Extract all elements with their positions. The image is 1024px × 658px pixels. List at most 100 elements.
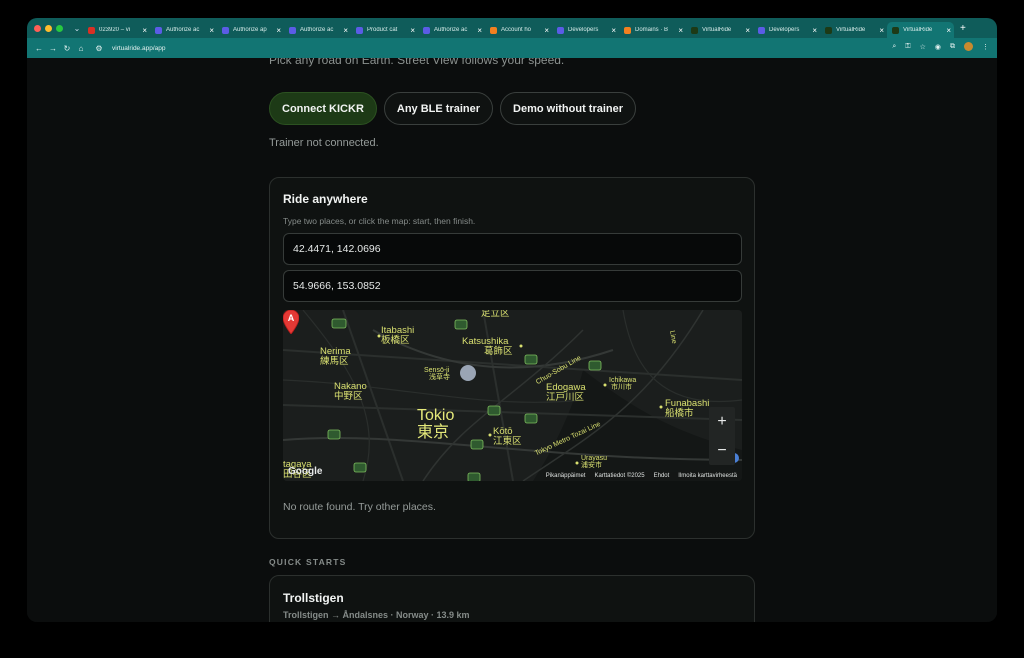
- close-window-button[interactable]: [34, 24, 41, 32]
- browser-tab[interactable]: Authorize ac ×: [150, 22, 217, 38]
- browser-tab[interactable]: VirtualRide ×: [820, 22, 887, 38]
- tab-bar: ⌄ 023920 – vi × Authorize ac × Authorize ap ×…: [27, 18, 997, 38]
- zoom-icon[interactable]: ⌕: [892, 43, 896, 51]
- browser-tab[interactable]: Authorize ac ×: [284, 22, 351, 38]
- home-icon[interactable]: ⌂: [74, 44, 88, 53]
- maximize-window-button[interactable]: [56, 24, 63, 32]
- tab-title: 023920 – vi: [99, 27, 131, 33]
- reload-icon[interactable]: ↻: [60, 44, 74, 53]
- browser-tab[interactable]: VirtualRide ×: [887, 22, 954, 38]
- tab-close-icon[interactable]: ×: [946, 26, 951, 35]
- terms-link[interactable]: Ehdot: [654, 473, 670, 479]
- tab-favicon-icon: [490, 26, 497, 34]
- map-zoom-control: + −: [709, 407, 735, 465]
- tab-title: Developers: [769, 27, 800, 33]
- start-marker-pin[interactable]: A: [283, 310, 299, 334]
- browser-tab[interactable]: Product cat ×: [351, 22, 418, 38]
- map-label-tokio: Tokio 東京: [417, 407, 455, 441]
- route-map[interactable]: 足立区 Itabashi 板橋区 Katsushika 葛飾区 Nerima 練馬区 …: [283, 310, 742, 481]
- tab-favicon-icon: [222, 26, 229, 34]
- tab-close-icon[interactable]: ×: [812, 26, 817, 35]
- password-key-icon[interactable]: ⚿: [905, 43, 910, 51]
- browser-tab[interactable]: Developers ×: [552, 22, 619, 38]
- start-field[interactable]: 42.4471, 142.0696: [283, 233, 742, 265]
- tab-close-icon[interactable]: ×: [879, 26, 884, 35]
- tab-favicon-icon: [155, 26, 162, 34]
- keyboard-shortcuts-link[interactable]: Pikanäppäimet: [546, 473, 586, 479]
- tab-favicon-icon: [624, 26, 631, 34]
- tab-close-icon[interactable]: ×: [343, 26, 348, 35]
- profile-avatar[interactable]: [964, 42, 973, 51]
- browser-tab[interactable]: Authorize ap ×: [217, 22, 284, 38]
- tab-title: Domains · B: [635, 27, 669, 33]
- report-error-link[interactable]: Ilmoita karttavirheestä: [678, 473, 737, 479]
- tab-favicon-icon: [289, 26, 296, 34]
- trainer-status: Trainer not connected.: [269, 137, 379, 149]
- browser-tab[interactable]: Account ho ×: [485, 22, 552, 38]
- google-logo: Google: [288, 466, 323, 477]
- no-route-message: No route found. Try other places.: [283, 501, 436, 513]
- tab-title: Developers: [568, 27, 599, 33]
- tab-close-icon[interactable]: ×: [410, 26, 415, 35]
- trainer-buttons: Connect KICKR Any BLE trainer Demo witho…: [269, 92, 637, 125]
- zoom-out-button[interactable]: −: [709, 436, 735, 465]
- back-arrow-icon[interactable]: ←: [32, 44, 46, 53]
- map-label-funabashi: Funabashi 船橋市: [665, 398, 710, 419]
- browser-tab[interactable]: 023920 – vi ×: [83, 22, 150, 38]
- tab-title: Authorize ac: [300, 27, 334, 33]
- quick-start-subtitle: Trollstigen → Åndalsnes · Norway · 13.9 …: [283, 610, 470, 620]
- tab-close-icon[interactable]: ×: [678, 26, 683, 35]
- marker-label: A: [288, 313, 295, 323]
- quick-start-card[interactable]: Trollstigen Trollstigen → Åndalsnes · No…: [269, 575, 755, 622]
- tab-close-icon[interactable]: ×: [745, 26, 750, 35]
- tab-close-icon[interactable]: ×: [209, 26, 214, 35]
- tab-strip: 023920 – vi × Authorize ac × Authorize ap × Au…: [83, 18, 954, 38]
- map-label-adachi: 足立区: [481, 310, 510, 319]
- map-label-edogawa: Edogawa 江戸川区: [546, 382, 586, 403]
- extension-icon[interactable]: ◉: [935, 43, 941, 51]
- map-label-nakano: Nakano 中野区: [334, 381, 367, 402]
- connect-kickr-button[interactable]: Connect KICKR: [269, 92, 377, 125]
- tab-close-icon[interactable]: ×: [611, 26, 616, 35]
- tab-title: Authorize ap: [233, 27, 267, 33]
- url-field[interactable]: virtualride.app/app: [112, 45, 165, 52]
- tab-title: Account ho: [501, 27, 532, 33]
- minimize-window-button[interactable]: [45, 24, 52, 32]
- map-label-nerima: Nerima 練馬区: [320, 346, 351, 367]
- tab-favicon-icon: [892, 26, 899, 34]
- browser-menu-icon[interactable]: ⋮: [982, 43, 989, 51]
- page-content: Pick any road on Earth. Street View foll…: [27, 58, 997, 622]
- finish-field[interactable]: 54.9666, 153.0852: [283, 270, 742, 302]
- ride-card-title: Ride anywhere: [283, 192, 368, 206]
- any-ble-trainer-button[interactable]: Any BLE trainer: [383, 92, 494, 125]
- tab-close-icon[interactable]: ×: [142, 26, 147, 35]
- site-info-icon[interactable]: ⚙: [92, 44, 106, 53]
- quick-start-title: Trollstigen: [283, 591, 344, 605]
- puzzle-extensions-icon[interactable]: ⧉: [950, 43, 955, 51]
- intro-text: Pick any road on Earth. Street View foll…: [269, 58, 565, 67]
- tab-title: Authorize ac: [434, 27, 468, 33]
- tab-favicon-icon: [356, 26, 363, 34]
- map-attribution: Pikanäppäimet Karttatiedot ©2025 Ehdot I…: [542, 472, 740, 480]
- tab-close-icon[interactable]: ×: [544, 26, 549, 35]
- map-label-katsushika: Katsushika 葛飾区: [462, 336, 513, 357]
- bookmark-star-icon[interactable]: ☆: [920, 43, 926, 51]
- tab-favicon-icon: [758, 26, 765, 34]
- new-tab-icon[interactable]: +: [960, 23, 966, 34]
- map-label-ichikawa: Ichikawa 市川市: [609, 377, 637, 392]
- browser-tab[interactable]: Developers ×: [753, 22, 820, 38]
- tab-close-icon[interactable]: ×: [276, 26, 281, 35]
- zoom-in-button[interactable]: +: [709, 407, 735, 436]
- tab-favicon-icon: [557, 26, 564, 34]
- tab-close-icon[interactable]: ×: [477, 26, 482, 35]
- tab-title: Product cat: [367, 27, 398, 33]
- forward-arrow-icon[interactable]: →: [46, 44, 60, 53]
- ride-card-hint: Type two places, or click the map: start…: [283, 216, 476, 226]
- browser-tab[interactable]: VirtualRide ×: [686, 22, 753, 38]
- demo-without-trainer-button[interactable]: Demo without trainer: [500, 92, 637, 125]
- tab-search-icon[interactable]: ⌄: [71, 24, 83, 33]
- browser-tab[interactable]: Authorize ac ×: [418, 22, 485, 38]
- browser-tab[interactable]: Domains · B ×: [619, 22, 686, 38]
- tab-title: VirtualRide: [836, 27, 866, 33]
- map-label-koto: Kōtō 江東区: [493, 426, 522, 447]
